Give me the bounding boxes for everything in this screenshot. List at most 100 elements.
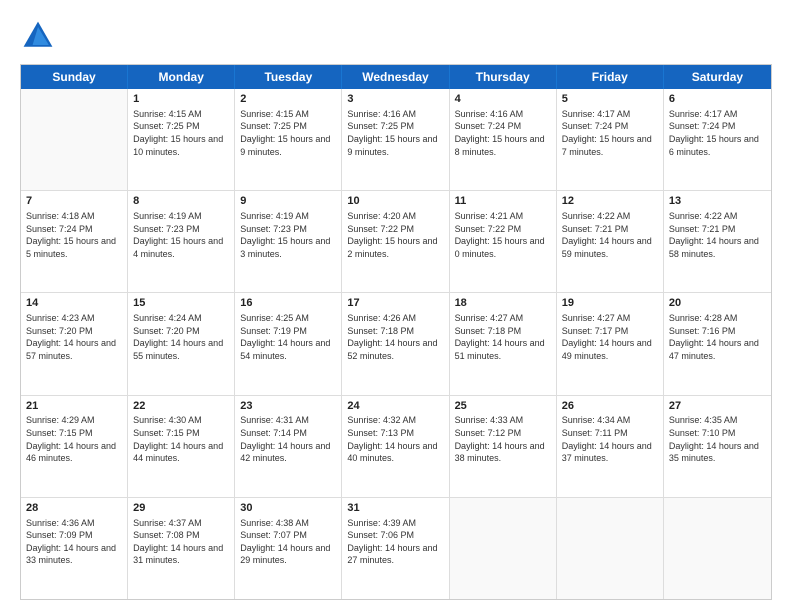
day-number: 6	[669, 92, 766, 107]
day-number: 20	[669, 296, 766, 311]
sun-info: Sunrise: 4:38 AM Sunset: 7:07 PM Dayligh…	[240, 517, 336, 567]
calendar-cell	[450, 498, 557, 599]
calendar-cell: 30Sunrise: 4:38 AM Sunset: 7:07 PM Dayli…	[235, 498, 342, 599]
calendar-cell: 9Sunrise: 4:19 AM Sunset: 7:23 PM Daylig…	[235, 191, 342, 292]
day-header-sunday: Sunday	[21, 65, 128, 89]
sun-info: Sunrise: 4:35 AM Sunset: 7:10 PM Dayligh…	[669, 414, 766, 464]
calendar-cell: 18Sunrise: 4:27 AM Sunset: 7:18 PM Dayli…	[450, 293, 557, 394]
day-header-monday: Monday	[128, 65, 235, 89]
day-number: 18	[455, 296, 551, 311]
sun-info: Sunrise: 4:24 AM Sunset: 7:20 PM Dayligh…	[133, 312, 229, 362]
sun-info: Sunrise: 4:15 AM Sunset: 7:25 PM Dayligh…	[240, 108, 336, 158]
day-number: 12	[562, 194, 658, 209]
calendar-cell: 24Sunrise: 4:32 AM Sunset: 7:13 PM Dayli…	[342, 396, 449, 497]
day-header-tuesday: Tuesday	[235, 65, 342, 89]
day-number: 26	[562, 399, 658, 414]
calendar-cell: 13Sunrise: 4:22 AM Sunset: 7:21 PM Dayli…	[664, 191, 771, 292]
calendar-cell: 11Sunrise: 4:21 AM Sunset: 7:22 PM Dayli…	[450, 191, 557, 292]
logo-icon	[20, 18, 56, 54]
calendar-cell: 2Sunrise: 4:15 AM Sunset: 7:25 PM Daylig…	[235, 89, 342, 190]
calendar-week-2: 7Sunrise: 4:18 AM Sunset: 7:24 PM Daylig…	[21, 191, 771, 293]
calendar-cell: 22Sunrise: 4:30 AM Sunset: 7:15 PM Dayli…	[128, 396, 235, 497]
sun-info: Sunrise: 4:15 AM Sunset: 7:25 PM Dayligh…	[133, 108, 229, 158]
day-header-saturday: Saturday	[664, 65, 771, 89]
sun-info: Sunrise: 4:19 AM Sunset: 7:23 PM Dayligh…	[133, 210, 229, 260]
sun-info: Sunrise: 4:20 AM Sunset: 7:22 PM Dayligh…	[347, 210, 443, 260]
day-number: 1	[133, 92, 229, 107]
calendar-week-5: 28Sunrise: 4:36 AM Sunset: 7:09 PM Dayli…	[21, 498, 771, 599]
calendar-body: 1Sunrise: 4:15 AM Sunset: 7:25 PM Daylig…	[21, 89, 771, 599]
sun-info: Sunrise: 4:28 AM Sunset: 7:16 PM Dayligh…	[669, 312, 766, 362]
sun-info: Sunrise: 4:19 AM Sunset: 7:23 PM Dayligh…	[240, 210, 336, 260]
sun-info: Sunrise: 4:21 AM Sunset: 7:22 PM Dayligh…	[455, 210, 551, 260]
sun-info: Sunrise: 4:31 AM Sunset: 7:14 PM Dayligh…	[240, 414, 336, 464]
sun-info: Sunrise: 4:27 AM Sunset: 7:17 PM Dayligh…	[562, 312, 658, 362]
calendar-cell: 4Sunrise: 4:16 AM Sunset: 7:24 PM Daylig…	[450, 89, 557, 190]
calendar-cell: 29Sunrise: 4:37 AM Sunset: 7:08 PM Dayli…	[128, 498, 235, 599]
day-number: 23	[240, 399, 336, 414]
calendar-cell: 15Sunrise: 4:24 AM Sunset: 7:20 PM Dayli…	[128, 293, 235, 394]
calendar-cell: 6Sunrise: 4:17 AM Sunset: 7:24 PM Daylig…	[664, 89, 771, 190]
day-number: 19	[562, 296, 658, 311]
sun-info: Sunrise: 4:23 AM Sunset: 7:20 PM Dayligh…	[26, 312, 122, 362]
day-number: 13	[669, 194, 766, 209]
sun-info: Sunrise: 4:27 AM Sunset: 7:18 PM Dayligh…	[455, 312, 551, 362]
calendar-cell: 12Sunrise: 4:22 AM Sunset: 7:21 PM Dayli…	[557, 191, 664, 292]
day-number: 27	[669, 399, 766, 414]
sun-info: Sunrise: 4:17 AM Sunset: 7:24 PM Dayligh…	[562, 108, 658, 158]
calendar-cell: 10Sunrise: 4:20 AM Sunset: 7:22 PM Dayli…	[342, 191, 449, 292]
calendar-cell: 14Sunrise: 4:23 AM Sunset: 7:20 PM Dayli…	[21, 293, 128, 394]
calendar-cell: 8Sunrise: 4:19 AM Sunset: 7:23 PM Daylig…	[128, 191, 235, 292]
sun-info: Sunrise: 4:34 AM Sunset: 7:11 PM Dayligh…	[562, 414, 658, 464]
calendar-cell: 5Sunrise: 4:17 AM Sunset: 7:24 PM Daylig…	[557, 89, 664, 190]
calendar-cell: 21Sunrise: 4:29 AM Sunset: 7:15 PM Dayli…	[21, 396, 128, 497]
day-number: 4	[455, 92, 551, 107]
sun-info: Sunrise: 4:26 AM Sunset: 7:18 PM Dayligh…	[347, 312, 443, 362]
calendar-cell: 25Sunrise: 4:33 AM Sunset: 7:12 PM Dayli…	[450, 396, 557, 497]
calendar-cell: 17Sunrise: 4:26 AM Sunset: 7:18 PM Dayli…	[342, 293, 449, 394]
calendar-cell: 27Sunrise: 4:35 AM Sunset: 7:10 PM Dayli…	[664, 396, 771, 497]
day-header-thursday: Thursday	[450, 65, 557, 89]
calendar-cell: 28Sunrise: 4:36 AM Sunset: 7:09 PM Dayli…	[21, 498, 128, 599]
calendar-cell: 23Sunrise: 4:31 AM Sunset: 7:14 PM Dayli…	[235, 396, 342, 497]
day-number: 14	[26, 296, 122, 311]
day-number: 15	[133, 296, 229, 311]
calendar: SundayMondayTuesdayWednesdayThursdayFrid…	[20, 64, 772, 600]
sun-info: Sunrise: 4:18 AM Sunset: 7:24 PM Dayligh…	[26, 210, 122, 260]
sun-info: Sunrise: 4:22 AM Sunset: 7:21 PM Dayligh…	[562, 210, 658, 260]
header	[20, 18, 772, 54]
day-number: 21	[26, 399, 122, 414]
calendar-cell: 26Sunrise: 4:34 AM Sunset: 7:11 PM Dayli…	[557, 396, 664, 497]
calendar-week-3: 14Sunrise: 4:23 AM Sunset: 7:20 PM Dayli…	[21, 293, 771, 395]
calendar-week-4: 21Sunrise: 4:29 AM Sunset: 7:15 PM Dayli…	[21, 396, 771, 498]
sun-info: Sunrise: 4:30 AM Sunset: 7:15 PM Dayligh…	[133, 414, 229, 464]
sun-info: Sunrise: 4:33 AM Sunset: 7:12 PM Dayligh…	[455, 414, 551, 464]
sun-info: Sunrise: 4:16 AM Sunset: 7:24 PM Dayligh…	[455, 108, 551, 158]
calendar-cell: 31Sunrise: 4:39 AM Sunset: 7:06 PM Dayli…	[342, 498, 449, 599]
day-number: 2	[240, 92, 336, 107]
day-number: 30	[240, 501, 336, 516]
calendar-cell	[557, 498, 664, 599]
day-number: 8	[133, 194, 229, 209]
calendar-cell: 3Sunrise: 4:16 AM Sunset: 7:25 PM Daylig…	[342, 89, 449, 190]
day-number: 7	[26, 194, 122, 209]
calendar-cell: 1Sunrise: 4:15 AM Sunset: 7:25 PM Daylig…	[128, 89, 235, 190]
day-number: 24	[347, 399, 443, 414]
calendar-cell	[664, 498, 771, 599]
day-number: 3	[347, 92, 443, 107]
day-number: 16	[240, 296, 336, 311]
day-number: 10	[347, 194, 443, 209]
day-number: 22	[133, 399, 229, 414]
sun-info: Sunrise: 4:36 AM Sunset: 7:09 PM Dayligh…	[26, 517, 122, 567]
sun-info: Sunrise: 4:16 AM Sunset: 7:25 PM Dayligh…	[347, 108, 443, 158]
sun-info: Sunrise: 4:25 AM Sunset: 7:19 PM Dayligh…	[240, 312, 336, 362]
page: SundayMondayTuesdayWednesdayThursdayFrid…	[0, 0, 792, 612]
sun-info: Sunrise: 4:22 AM Sunset: 7:21 PM Dayligh…	[669, 210, 766, 260]
calendar-cell: 19Sunrise: 4:27 AM Sunset: 7:17 PM Dayli…	[557, 293, 664, 394]
day-number: 5	[562, 92, 658, 107]
calendar-cell: 16Sunrise: 4:25 AM Sunset: 7:19 PM Dayli…	[235, 293, 342, 394]
day-number: 9	[240, 194, 336, 209]
sun-info: Sunrise: 4:32 AM Sunset: 7:13 PM Dayligh…	[347, 414, 443, 464]
calendar-cell	[21, 89, 128, 190]
day-number: 25	[455, 399, 551, 414]
